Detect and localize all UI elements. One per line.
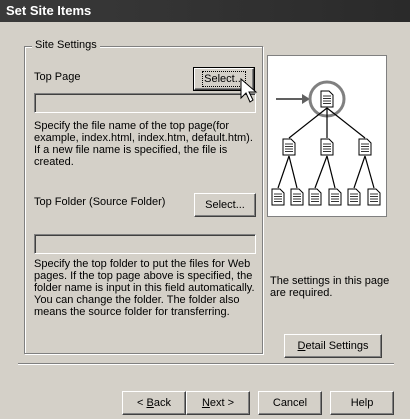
site-tree-diagram <box>267 55 387 217</box>
top-folder-field[interactable] <box>34 234 256 254</box>
document-icon <box>347 188 361 206</box>
detail-settings-button[interactable]: Detail Settings <box>284 334 382 358</box>
top-folder-description: Specify the top folder to put the files … <box>34 258 255 318</box>
top-folder-label: Top Folder (Source Folder) <box>34 196 166 208</box>
document-icon <box>308 188 322 206</box>
document-icon <box>367 188 381 206</box>
next-label: Next > <box>201 397 235 409</box>
top-page-field[interactable] <box>34 93 256 113</box>
arrow-right-icon <box>276 94 310 104</box>
top-folder-select-label: Select... <box>205 199 245 211</box>
footer-separator <box>18 363 394 365</box>
document-icon <box>358 138 372 156</box>
cancel-button[interactable]: Cancel <box>258 391 322 415</box>
help-label: Help <box>350 397 374 409</box>
window-title: Set Site Items <box>6 3 92 18</box>
site-tree-svg <box>271 80 381 206</box>
required-info-text: The settings in this page are required. <box>270 275 390 299</box>
top-page-select-label: Select... <box>202 71 246 87</box>
document-icon <box>271 188 285 206</box>
site-settings-legend: Site Settings <box>32 39 100 51</box>
cancel-label: Cancel <box>272 397 308 409</box>
document-icon <box>282 138 296 156</box>
document-icon <box>320 138 334 156</box>
document-icon <box>328 188 342 206</box>
top-page-description: Specify the file name of the top page(fo… <box>34 120 253 168</box>
document-icon <box>320 90 334 108</box>
back-button[interactable]: < Back <box>122 391 186 415</box>
mouse-cursor-icon <box>240 78 258 103</box>
next-button[interactable]: Next > <box>186 391 250 415</box>
title-bar: Set Site Items <box>0 0 410 22</box>
help-button[interactable]: Help <box>330 391 394 415</box>
top-folder-select-button[interactable]: Select... <box>194 193 256 217</box>
document-icon <box>290 188 304 206</box>
set-site-items-dialog: Set Site Items Site Settings Top Page Se… <box>0 0 410 419</box>
top-page-label: Top Page <box>34 71 81 83</box>
detail-settings-label: Detail Settings <box>297 340 369 352</box>
back-label: < Back <box>137 397 171 409</box>
